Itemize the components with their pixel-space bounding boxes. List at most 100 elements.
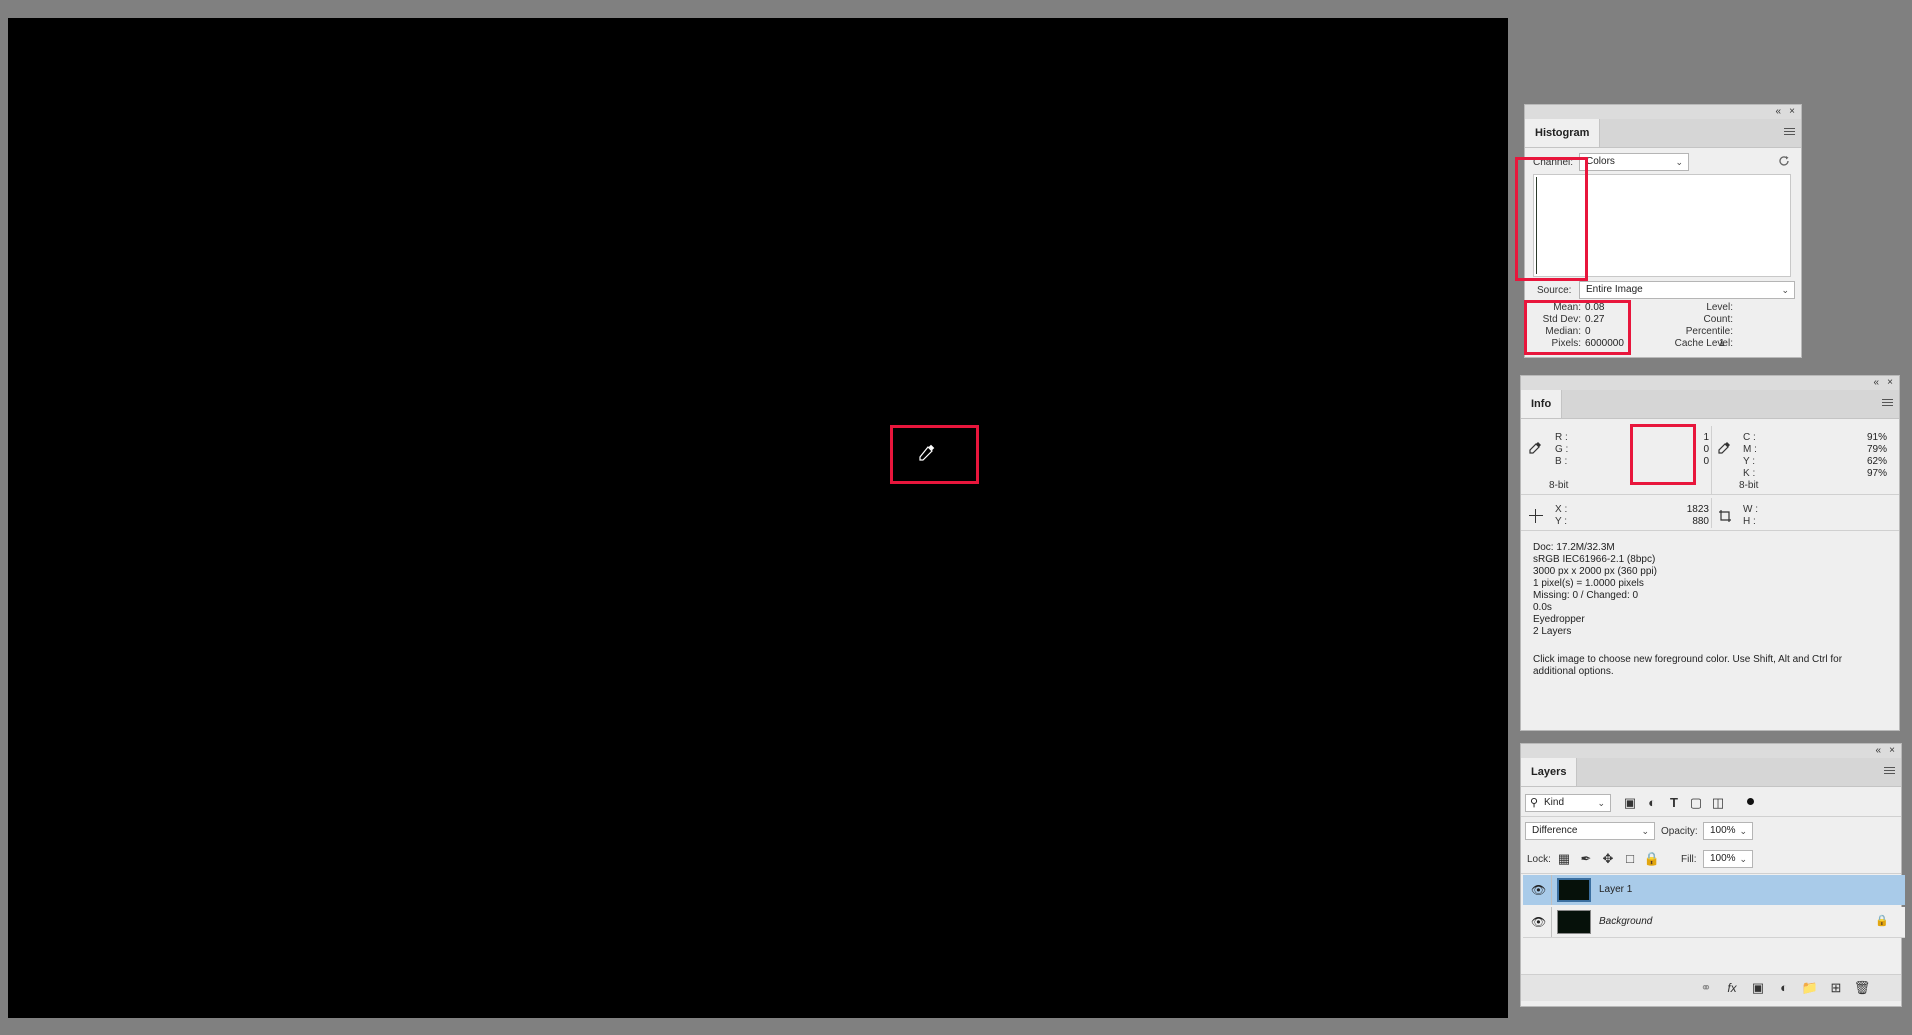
stats-right-values: 1	[1719, 302, 1759, 350]
rgb-label: B :	[1555, 456, 1568, 467]
close-icon[interactable]: ×	[1789, 105, 1795, 119]
doc-line: 3000 px x 2000 px (360 ppi)	[1533, 566, 1657, 577]
panel-menu-icon[interactable]	[1784, 128, 1795, 137]
opacity-input[interactable]: 100% ⌄	[1703, 822, 1753, 840]
layer-divider	[1551, 875, 1552, 905]
collapse-icon[interactable]: «	[1875, 744, 1881, 758]
cmyk-label: M :	[1743, 444, 1757, 455]
layer-lock-icon: 🔒	[1875, 915, 1889, 927]
layer-row-background[interactable]: 👁 Background 🔒	[1523, 907, 1905, 938]
stat-value	[1719, 326, 1759, 338]
xy-value: 880	[1692, 516, 1709, 527]
tab-layers[interactable]: Layers	[1521, 758, 1578, 786]
cmyk-label: C :	[1743, 432, 1756, 443]
layers-footer: ⚭ fx ▣ ◐ 📁 ⊞ 🗑	[1521, 974, 1901, 1001]
tool-hint: Click image to choose new foreground col…	[1533, 654, 1843, 677]
selection-size-icon	[1719, 510, 1731, 522]
doc-line: 1 pixel(s) = 1.0000 pixels	[1533, 578, 1644, 589]
cmyk-labels: C : M : Y : K :	[1743, 432, 1763, 480]
chevron-down-icon: ⌄	[1739, 826, 1747, 836]
new-group-icon[interactable]: 📁	[1801, 979, 1819, 997]
source-select[interactable]: Entire Image ⌄	[1579, 281, 1795, 299]
lock-all-icon[interactable]: 🔒	[1643, 850, 1661, 868]
chevron-down-icon: ⌄	[1675, 157, 1683, 167]
info-divider	[1521, 494, 1899, 495]
visibility-eye-icon[interactable]: 👁	[1531, 883, 1546, 897]
chevron-down-icon: ⌄	[1597, 798, 1605, 808]
stat-value	[1719, 302, 1759, 314]
blend-mode-select[interactable]: Difference ⌄	[1525, 822, 1655, 840]
link-layers-icon[interactable]: ⚭	[1697, 979, 1715, 997]
adjustment-layer-icon[interactable]: ◐	[1775, 979, 1793, 997]
rgb-labels: R : G : B :	[1555, 432, 1575, 468]
wh-value	[1821, 504, 1887, 516]
info-divider	[1711, 426, 1712, 494]
layers-panel: « × Layers ⚲ Kind ⌄ ▣ ◐ T ▢ ◫ Difference…	[1520, 743, 1905, 1007]
wh-values	[1821, 504, 1887, 528]
chevron-down-icon: ⌄	[1739, 854, 1747, 864]
histogram-stats-highlight	[1524, 300, 1631, 355]
cmyk-label: K :	[1743, 468, 1756, 479]
channel-select[interactable]: Colors ⌄	[1579, 153, 1689, 171]
add-mask-icon[interactable]: ▣	[1749, 979, 1767, 997]
info-divider	[1521, 530, 1899, 531]
cmyk-values: 91% 79% 62% 97%	[1837, 432, 1887, 480]
layer-thumbnail	[1557, 878, 1591, 902]
xy-label: Y :	[1555, 516, 1568, 527]
tab-histogram[interactable]: Histogram	[1525, 119, 1601, 147]
xy-labels: X : Y :	[1555, 504, 1575, 528]
filter-type-icon[interactable]: T	[1665, 794, 1683, 812]
rgb-label: G :	[1555, 444, 1569, 455]
eyedropper-icon[interactable]	[1529, 440, 1543, 454]
close-icon[interactable]: ×	[1889, 744, 1895, 758]
fill-label: Fill:	[1681, 854, 1697, 865]
layer-name[interactable]: Background	[1599, 916, 1652, 927]
filter-pixel-icon[interactable]: ▣	[1621, 794, 1639, 812]
close-icon[interactable]: ×	[1887, 376, 1893, 390]
lock-image-icon[interactable]: ✒	[1577, 850, 1595, 868]
rgb-bit-depth: 8-bit	[1549, 480, 1569, 491]
cursor-highlight-box	[890, 425, 979, 484]
refresh-icon[interactable]	[1778, 155, 1790, 167]
search-icon: ⚲	[1530, 797, 1539, 809]
panel-menu-icon[interactable]	[1884, 767, 1895, 776]
new-layer-icon[interactable]: ⊞	[1827, 979, 1845, 997]
wh-labels: W : H :	[1743, 504, 1763, 528]
chevron-down-icon: ⌄	[1641, 826, 1649, 836]
layer-row-layer-1[interactable]: 👁 Layer 1	[1523, 875, 1905, 905]
xy-values: 1823 880	[1641, 504, 1709, 528]
filter-toggle-icon[interactable]	[1747, 798, 1754, 805]
cmyk-value: 91%	[1866, 432, 1887, 443]
eyedropper-icon[interactable]	[1718, 440, 1732, 454]
lock-position-icon[interactable]: ✥	[1599, 850, 1617, 868]
layer-filter-select[interactable]: ⚲ Kind ⌄	[1525, 794, 1611, 812]
filter-smartobject-icon[interactable]: ◫	[1709, 794, 1727, 812]
cmyk-value: 97%	[1866, 468, 1887, 479]
delete-layer-icon[interactable]: 🗑	[1853, 979, 1871, 997]
layer-name[interactable]: Layer 1	[1599, 884, 1632, 895]
lock-transparent-icon[interactable]: ▦	[1555, 850, 1573, 868]
rgb-label: R :	[1555, 432, 1568, 443]
layer-thumbnail	[1557, 910, 1591, 934]
fill-input[interactable]: 100% ⌄	[1703, 850, 1753, 868]
doc-line: 2 Layers	[1533, 626, 1572, 637]
tab-info[interactable]: Info	[1521, 390, 1563, 418]
chevron-down-icon: ⌄	[1781, 285, 1789, 295]
collapse-icon[interactable]: «	[1775, 105, 1781, 119]
cmyk-value: 79%	[1866, 444, 1887, 455]
visibility-eye-icon[interactable]: 👁	[1531, 915, 1546, 929]
cmyk-bit-depth: 8-bit	[1739, 480, 1759, 491]
panel-menu-icon[interactable]	[1882, 399, 1893, 408]
cmyk-value: 62%	[1866, 456, 1887, 467]
doc-line: Eyedropper	[1533, 614, 1585, 625]
document-canvas[interactable]	[8, 18, 1508, 1018]
layer-style-fx-icon[interactable]: fx	[1723, 979, 1741, 997]
layers-divider	[1521, 873, 1901, 874]
doc-line: Missing: 0 / Changed: 0	[1533, 590, 1639, 601]
crosshair-icon	[1529, 509, 1543, 523]
filter-shape-icon[interactable]: ▢	[1687, 794, 1705, 812]
collapse-icon[interactable]: «	[1873, 376, 1879, 390]
filter-adjustment-icon[interactable]: ◐	[1643, 794, 1661, 812]
lock-artboard-icon[interactable]: □	[1621, 850, 1639, 868]
source-label: Source:	[1537, 285, 1572, 296]
